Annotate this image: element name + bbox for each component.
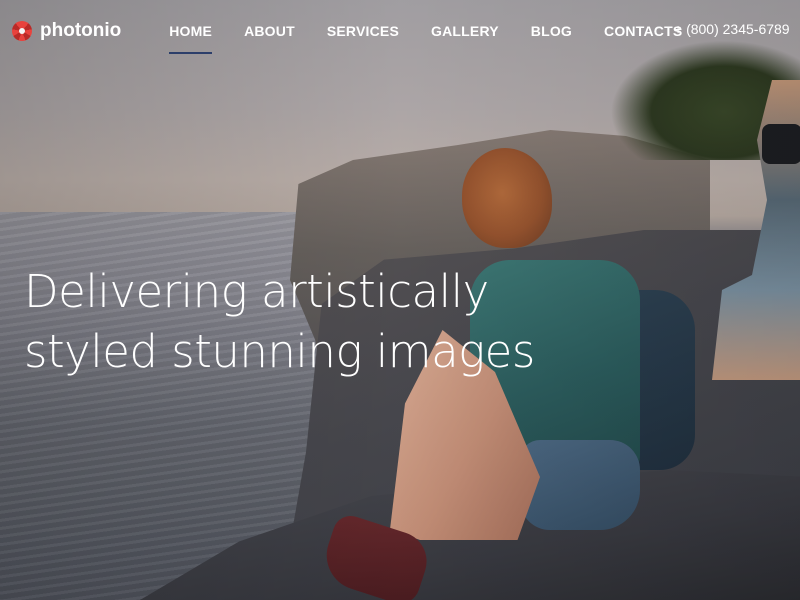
aperture-icon — [12, 21, 32, 41]
site-header: photonio HOME ABOUT SERVICES GALLERY BLO… — [0, 0, 800, 62]
nav-gallery[interactable]: GALLERY — [415, 0, 515, 62]
brand-logo[interactable]: photonio — [12, 20, 121, 42]
nav-about[interactable]: ABOUT — [228, 0, 311, 62]
phone-number[interactable]: + (800) 2345-6789 — [674, 21, 790, 37]
nav-services[interactable]: SERVICES — [311, 0, 415, 62]
hero-headline-line-2: styled stunning images — [24, 325, 535, 378]
brand-name: photonio — [40, 20, 122, 41]
nav-blog[interactable]: BLOG — [515, 0, 588, 62]
main-nav: HOME ABOUT SERVICES GALLERY BLOG CONTACT… — [153, 0, 698, 62]
nav-home[interactable]: HOME — [153, 0, 228, 62]
hero-headline: Delivering artistically styled stunning … — [24, 262, 535, 382]
hero-headline-line-1: Delivering artistically — [24, 265, 489, 318]
hero-section: photonio HOME ABOUT SERVICES GALLERY BLO… — [0, 0, 800, 600]
